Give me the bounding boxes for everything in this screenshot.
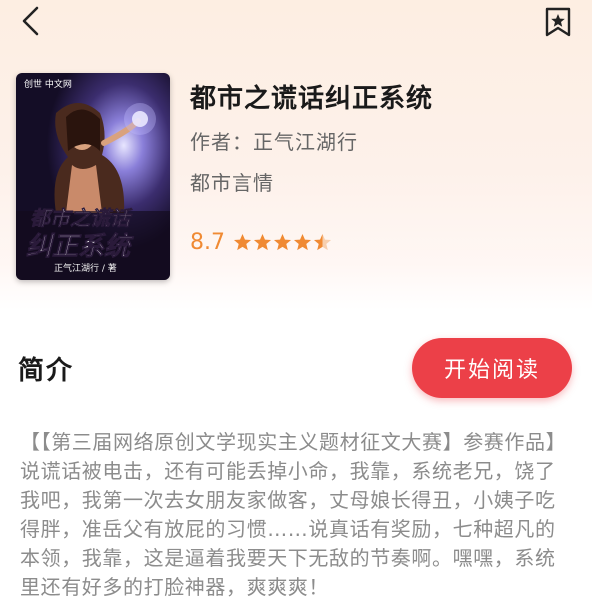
bookmark-star-icon (545, 7, 571, 37)
book-category[interactable]: 都市言情 (190, 167, 274, 196)
book-cover[interactable]: 创世 中文网 都市之谎话 纠正系统 正气江湖行 / 著 (16, 73, 170, 280)
start-reading-button[interactable]: 开始阅读 (412, 338, 572, 398)
back-button[interactable] (14, 4, 48, 38)
cover-publisher-logo: 创世 中文网 (24, 78, 72, 90)
rating-row: 8.7 (190, 230, 333, 255)
cover-title-line2: 纠正系统 (26, 232, 134, 262)
intro-text: 【【第三届网络原创文学现实主义题材征文大赛】参赛作品】说谎话被电击，还有可能丢掉… (20, 430, 557, 598)
cover-title-line1: 都市之谎话 (30, 206, 133, 230)
star-icon (233, 233, 252, 251)
star-icon (313, 233, 332, 251)
book-title: 都市之谎话纠正系统 (190, 84, 434, 114)
rating-stars (233, 233, 333, 252)
intro-heading: 简介 (18, 356, 75, 386)
cover-author: 正气江湖行 / 著 (54, 262, 117, 274)
bookmark-button[interactable] (540, 6, 576, 38)
chevron-left-icon (22, 6, 39, 36)
rating-score: 8.7 (190, 230, 225, 255)
star-icon (293, 233, 312, 251)
star-icon (253, 233, 272, 251)
star-icon (273, 233, 292, 251)
book-author[interactable]: 作者：正气江湖行 (190, 126, 358, 155)
